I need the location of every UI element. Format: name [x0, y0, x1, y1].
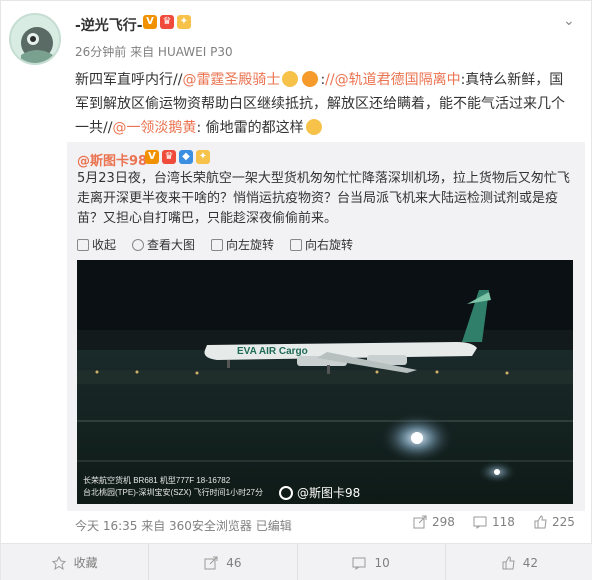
plane-livery-text: EVA AIR Cargo: [237, 346, 308, 357]
weibo-logo-icon: [279, 486, 293, 500]
post-text-d: : 偷地雷的都这样: [196, 120, 304, 136]
repost-author-badges: V ♛ ◆ ✦: [145, 150, 210, 164]
comment-button[interactable]: 10: [298, 544, 446, 580]
repost-count-button[interactable]: 298: [413, 515, 455, 529]
favorite-label: 收藏: [73, 556, 98, 570]
comment-count: 118: [492, 515, 515, 529]
weibo-card: -逆光飞行- V ♛ ✦ ⌄ 26分钟前 来自 HUAWEI P30 新四军直呼…: [0, 0, 592, 580]
image-caption-line-1: 长荣航空货机 BR681 机型777F 18-16782: [83, 475, 231, 485]
share-icon: [413, 515, 427, 529]
mention-link-3[interactable]: @一领淡鹅黄: [112, 120, 196, 136]
thumbs-up-icon: [534, 515, 547, 529]
repost-footer: 今天 16:35 来自 360安全浏览器 已编辑: [75, 519, 292, 533]
thumbs-up-icon: [502, 555, 515, 569]
repost-block: @斯图卡98 V ♛ ◆ ✦ 5月23日夜，台湾长荣航空一架大型货机匆匆忙忙降落…: [67, 142, 585, 511]
crown-icon[interactable]: ♛: [162, 150, 176, 164]
avatar[interactable]: [9, 13, 61, 65]
like-count: 225: [552, 515, 575, 529]
view-large-label: 查看大图: [147, 238, 196, 252]
repost-author[interactable]: @斯图卡98: [77, 150, 147, 169]
share-icon: [204, 556, 218, 569]
view-large-button[interactable]: 查看大图: [132, 236, 195, 253]
repost-total: 46: [226, 555, 242, 570]
repost-text: 5月23日夜，台湾长荣航空一架大型货机匆匆忙忙降落深圳机场，拉上货物后又匆忙飞走…: [77, 171, 570, 226]
author-badges: V ♛ ✦: [143, 15, 191, 29]
post-text-a: 新四军直呼内行//: [75, 72, 183, 88]
collapse-label: 收起: [92, 238, 117, 252]
mention-link-2[interactable]: //@轨道君德国隔离中: [325, 72, 460, 88]
rotate-left-label: 向左旋转: [226, 238, 275, 252]
crown-icon[interactable]: ♛: [160, 15, 174, 29]
author-name[interactable]: -逆光飞行-: [75, 15, 143, 35]
mention-link-1[interactable]: @雷霆圣殿骑士: [182, 72, 280, 88]
collapse-button[interactable]: 收起: [77, 236, 116, 253]
comment-total: 10: [374, 555, 390, 570]
like-button[interactable]: 42: [446, 544, 592, 580]
rotate-left-icon: [211, 238, 224, 251]
star-icon: [51, 555, 66, 570]
post-text: 新四军直呼内行//@雷霆圣殿骑士://@轨道君德国隔离中:真特么新鲜，国军到解放…: [75, 68, 575, 140]
image-toolbar: 收起 查看大图 向左旋转 向右旋转: [77, 236, 353, 253]
emoji-icon: [305, 119, 322, 135]
chevron-down-icon[interactable]: ⌄: [563, 13, 575, 29]
repost-count: 298: [432, 515, 455, 529]
post-time[interactable]: 26分钟前: [75, 45, 126, 59]
favorite-button[interactable]: 收藏: [1, 544, 150, 580]
verified-icon[interactable]: V: [145, 150, 159, 164]
verified-icon[interactable]: V: [143, 15, 157, 29]
repost-comment-button[interactable]: 118: [473, 515, 515, 529]
image-caption-line-2: 台北桃园(TPE)-深圳宝安(SZX) 飞行时间1小时27分: [83, 487, 263, 497]
image-watermark: @斯图卡98: [297, 486, 361, 500]
repost-like-button[interactable]: 225: [533, 515, 575, 529]
like-total: 42: [522, 555, 539, 570]
rotate-right-icon: [290, 238, 303, 251]
collapse-icon: [77, 238, 89, 251]
post-source: 来自 HUAWEI P30: [130, 45, 233, 59]
wheat-icon[interactable]: ✦: [196, 150, 210, 164]
rotate-right-label: 向右旋转: [305, 238, 354, 252]
post-meta: 26分钟前 来自 HUAWEI P30: [75, 43, 233, 60]
magnify-icon: [132, 238, 145, 251]
rotate-left-button[interactable]: 向左旋转: [211, 236, 274, 253]
emoji-icon: [282, 71, 299, 87]
rotate-right-button[interactable]: 向右旋转: [290, 236, 353, 253]
photo-airplane-night[interactable]: EVA AIR Cargo 长荣航空货机 BR681 机型777F 18-167…: [77, 260, 573, 504]
emoji-icon: [302, 71, 319, 87]
repost-button[interactable]: 46: [149, 544, 298, 580]
action-bar: 收藏 46 10 42: [1, 543, 592, 580]
comment-icon: [352, 557, 366, 570]
wheat-icon[interactable]: ✦: [177, 15, 191, 29]
comment-icon: [473, 516, 487, 529]
shield-icon[interactable]: ◆: [179, 150, 193, 164]
